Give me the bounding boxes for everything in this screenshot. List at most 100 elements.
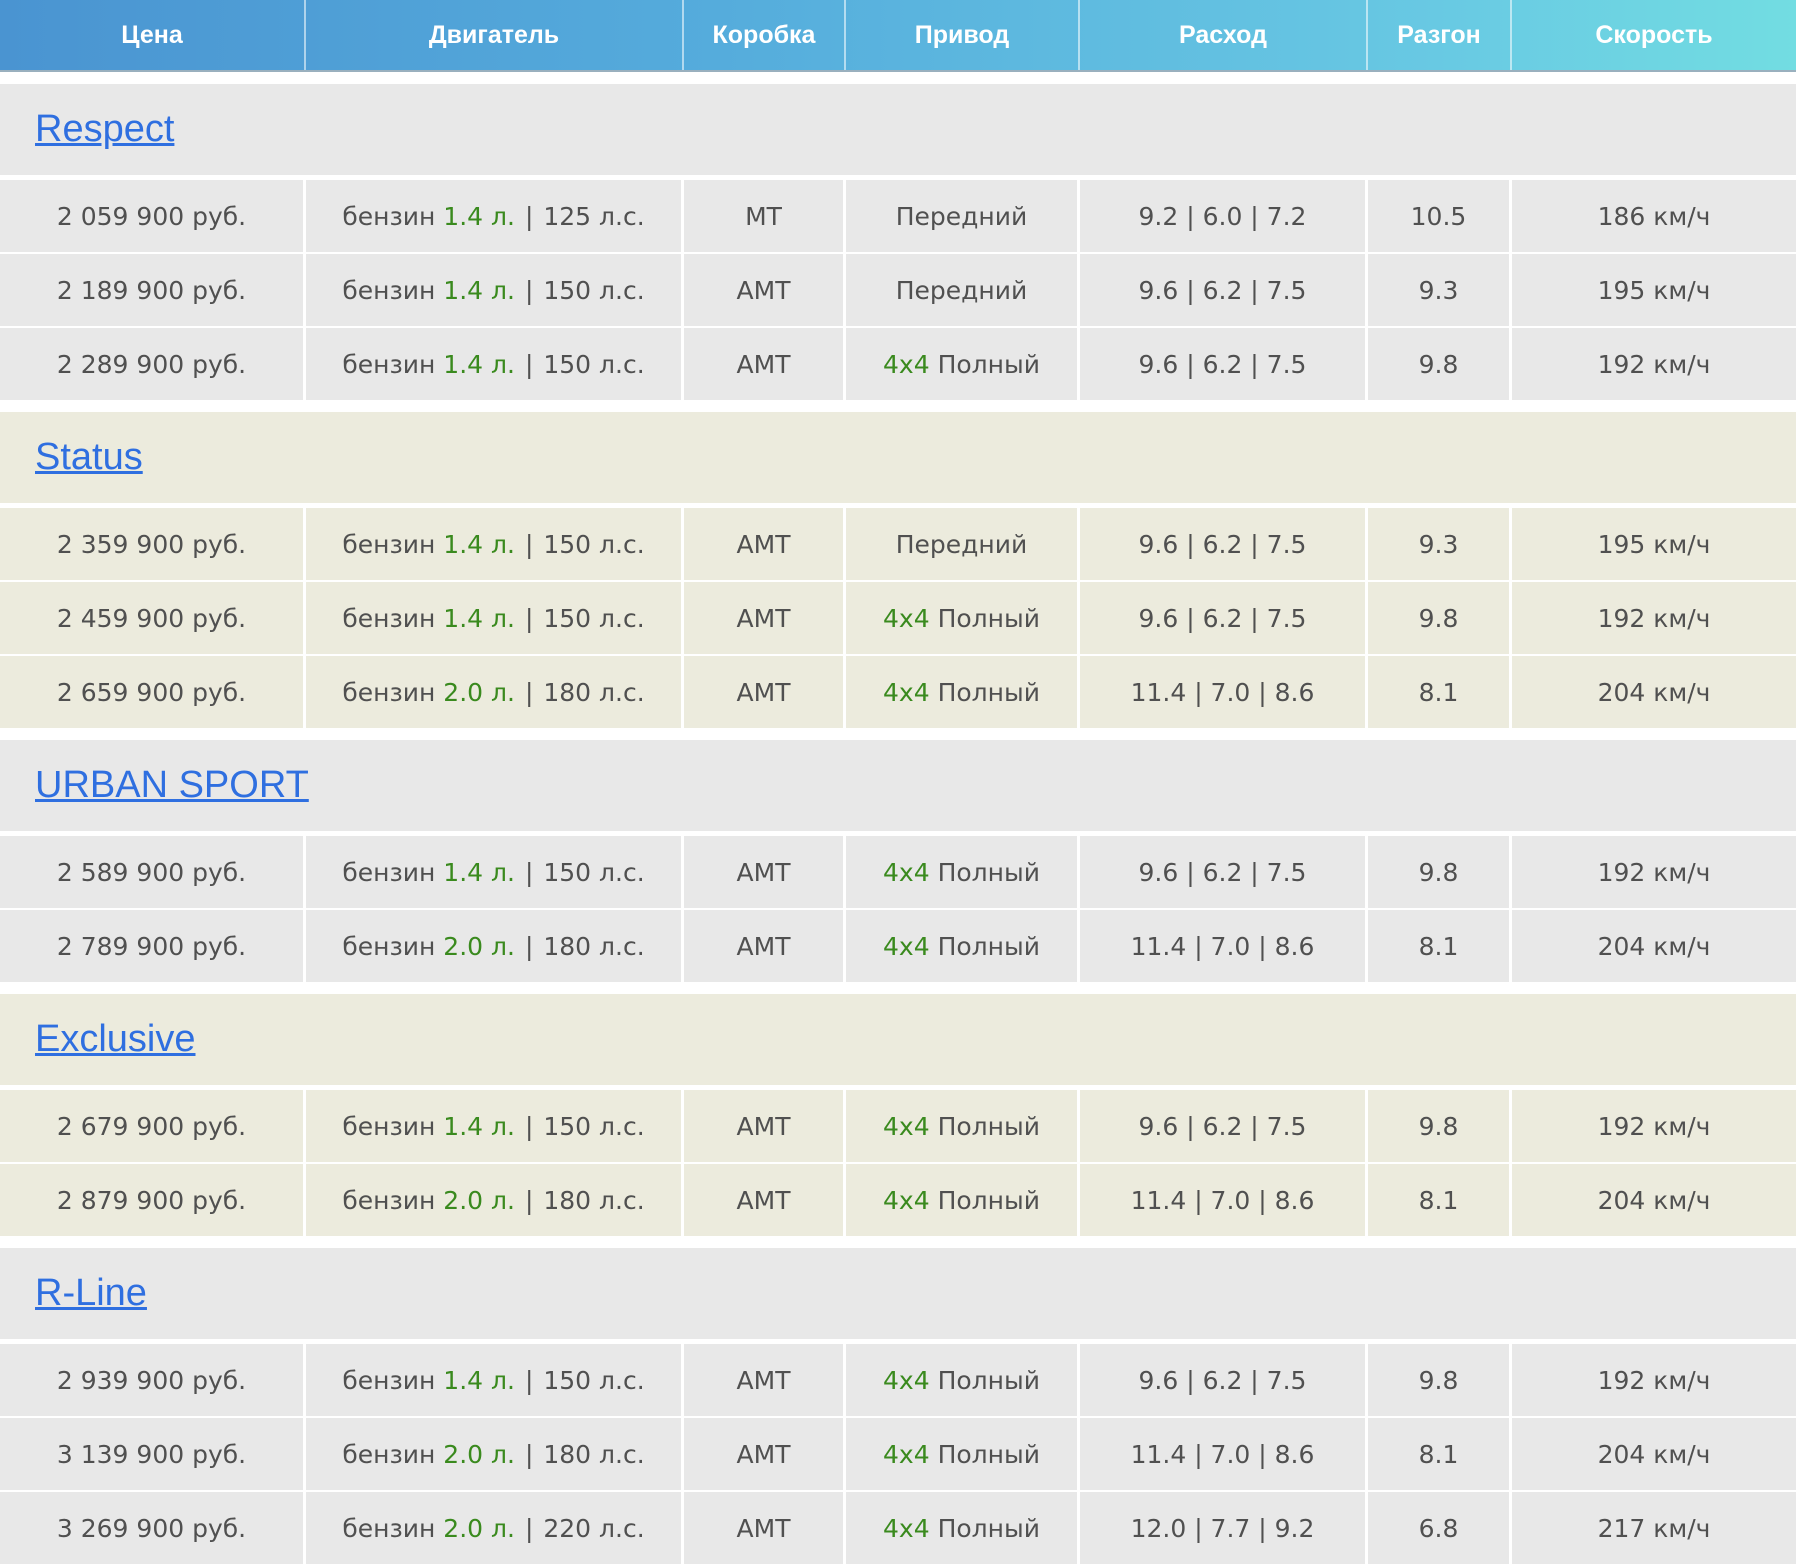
- acceleration-cell: 9.3: [1368, 254, 1512, 326]
- engine-power: 150 л.с.: [543, 857, 645, 887]
- price-cell: 2 939 900 руб.: [0, 1344, 306, 1416]
- gearbox-cell: АМТ: [684, 1344, 846, 1416]
- acceleration-cell: 9.8: [1368, 836, 1512, 908]
- trim-link[interactable]: Respect: [35, 108, 174, 151]
- gearbox-cell: АМТ: [684, 1492, 846, 1564]
- separator-pipe: |: [524, 931, 534, 961]
- consumption-cell: 9.6 | 6.2 | 7.5: [1080, 328, 1368, 400]
- engine-power: 180 л.с.: [543, 1439, 645, 1469]
- acceleration-cell: 9.3: [1368, 508, 1512, 580]
- price-cell: 3 269 900 руб.: [0, 1492, 306, 1564]
- drive-4x4-tag: 4x4: [883, 1439, 930, 1469]
- trim-link[interactable]: URBAN SPORT: [35, 764, 309, 807]
- engine-power: 150 л.с.: [543, 1111, 645, 1141]
- drive-type: Передний: [895, 275, 1028, 305]
- header-acceleration[interactable]: Разгон: [1368, 0, 1512, 70]
- engine-power: 150 л.с.: [543, 603, 645, 633]
- header-consumption[interactable]: Расход: [1080, 0, 1368, 70]
- engine-volume: 2.0 л.: [443, 931, 515, 961]
- trim-group: Exclusive 2 679 900 руб. бензин 1.4 л. | 150…: [0, 994, 1796, 1236]
- drive-type: Полный: [937, 931, 1040, 961]
- engine-volume: 2.0 л.: [443, 1513, 515, 1543]
- price-cell: 2 289 900 руб.: [0, 328, 306, 400]
- drive-cell: 4x4 Полный: [846, 582, 1080, 654]
- drive-4x4-tag: 4x4: [883, 857, 930, 887]
- separator-pipe: |: [524, 275, 534, 305]
- acceleration-cell: 8.1: [1368, 1418, 1512, 1490]
- engine-cell: бензин 1.4 л. | 125 л.с.: [306, 180, 684, 252]
- group-separator: [0, 72, 1796, 84]
- fuel-type: бензин: [342, 931, 436, 961]
- acceleration-cell: 8.1: [1368, 910, 1512, 982]
- acceleration-cell: 9.8: [1368, 582, 1512, 654]
- fuel-type: бензин: [342, 1439, 436, 1469]
- engine-volume: 1.4 л.: [443, 857, 515, 887]
- price-cell: 2 189 900 руб.: [0, 254, 306, 326]
- separator-pipe: |: [524, 857, 534, 887]
- consumption-cell: 9.6 | 6.2 | 7.5: [1080, 582, 1368, 654]
- separator-pipe: |: [524, 1111, 534, 1141]
- drive-type: Полный: [937, 857, 1040, 887]
- acceleration-cell: 9.8: [1368, 1090, 1512, 1162]
- trim-group: Status 2 359 900 руб. бензин 1.4 л. | 150 л.…: [0, 412, 1796, 728]
- group-separator: [0, 400, 1796, 412]
- speed-cell: 204 км/ч: [1597, 931, 1711, 961]
- gearbox-cell: АМТ: [684, 910, 846, 982]
- consumption-cell: 9.6 | 6.2 | 7.5: [1080, 254, 1368, 326]
- speed-cell: 195 км/ч: [1597, 275, 1711, 305]
- trim-group-title: R-Line: [0, 1248, 1796, 1344]
- table-row: 2 359 900 руб. бензин 1.4 л. | 150 л.с. АМТ П…: [0, 508, 1796, 582]
- speed-cell: 192 км/ч: [1597, 349, 1711, 379]
- table-header: Цена Двигатель Коробка Привод Расход Раз…: [0, 0, 1796, 72]
- drive-cell: Передний: [846, 254, 1080, 326]
- drive-cell: 4x4 Полный: [846, 1344, 1080, 1416]
- fuel-type: бензин: [342, 201, 436, 231]
- drive-cell: 4x4 Полный: [846, 1492, 1080, 1564]
- fuel-type: бензин: [342, 1513, 436, 1543]
- fuel-type: бензин: [342, 349, 436, 379]
- consumption-cell: 11.4 | 7.0 | 8.6: [1080, 1164, 1368, 1236]
- gearbox-cell: АМТ: [684, 1418, 846, 1490]
- acceleration-cell: 9.8: [1368, 328, 1512, 400]
- speed-cell: 186 км/ч: [1597, 201, 1711, 231]
- table-row: 2 589 900 руб. бензин 1.4 л. | 150 л.с. АМТ 4…: [0, 836, 1796, 910]
- speed-cell: 192 км/ч: [1597, 1365, 1711, 1395]
- drive-type: Полный: [937, 1365, 1040, 1395]
- separator-pipe: |: [524, 1185, 534, 1215]
- engine-power: 180 л.с.: [543, 1185, 645, 1215]
- engine-cell: бензин 1.4 л. | 150 л.с.: [306, 1090, 684, 1162]
- engine-volume: 1.4 л.: [443, 529, 515, 559]
- drive-4x4-tag: 4x4: [883, 931, 930, 961]
- acceleration-cell: 6.8: [1368, 1492, 1512, 1564]
- header-speed[interactable]: Скорость: [1512, 0, 1796, 70]
- table-row: 2 059 900 руб. бензин 1.4 л. | 125 л.с. МТ Пе…: [0, 180, 1796, 254]
- gearbox-cell: АМТ: [684, 656, 846, 728]
- separator-pipe: |: [524, 349, 534, 379]
- engine-power: 150 л.с.: [543, 1365, 645, 1395]
- acceleration-cell: 10.5: [1368, 180, 1512, 252]
- engine-volume: 1.4 л.: [443, 1365, 515, 1395]
- drive-4x4-tag: 4x4: [883, 1513, 930, 1543]
- header-gearbox[interactable]: Коробка: [684, 0, 846, 70]
- trim-group: R-Line 2 939 900 руб. бензин 1.4 л. | 150 л.…: [0, 1248, 1796, 1564]
- engine-cell: бензин 2.0 л. | 180 л.с.: [306, 1164, 684, 1236]
- speed-cell: 204 км/ч: [1597, 677, 1711, 707]
- trim-group-title: URBAN SPORT: [0, 740, 1796, 836]
- engine-cell: бензин 1.4 л. | 150 л.с.: [306, 582, 684, 654]
- drive-type: Полный: [937, 1439, 1040, 1469]
- header-drive[interactable]: Привод: [846, 0, 1080, 70]
- header-price[interactable]: Цена: [0, 0, 306, 70]
- header-engine[interactable]: Двигатель: [306, 0, 684, 70]
- trim-link[interactable]: Exclusive: [35, 1018, 196, 1061]
- table-row: 2 659 900 руб. бензин 2.0 л. | 180 л.с. АМТ 4…: [0, 656, 1796, 728]
- group-separator: [0, 1236, 1796, 1248]
- drive-cell: 4x4 Полный: [846, 836, 1080, 908]
- drive-type: Передний: [895, 529, 1028, 559]
- trim-link[interactable]: R-Line: [35, 1272, 147, 1315]
- price-cell: 2 679 900 руб.: [0, 1090, 306, 1162]
- consumption-cell: 9.6 | 6.2 | 7.5: [1080, 836, 1368, 908]
- trim-link[interactable]: Status: [35, 436, 143, 479]
- separator-pipe: |: [524, 603, 534, 633]
- price-cell: 2 459 900 руб.: [0, 582, 306, 654]
- gearbox-cell: АМТ: [684, 1090, 846, 1162]
